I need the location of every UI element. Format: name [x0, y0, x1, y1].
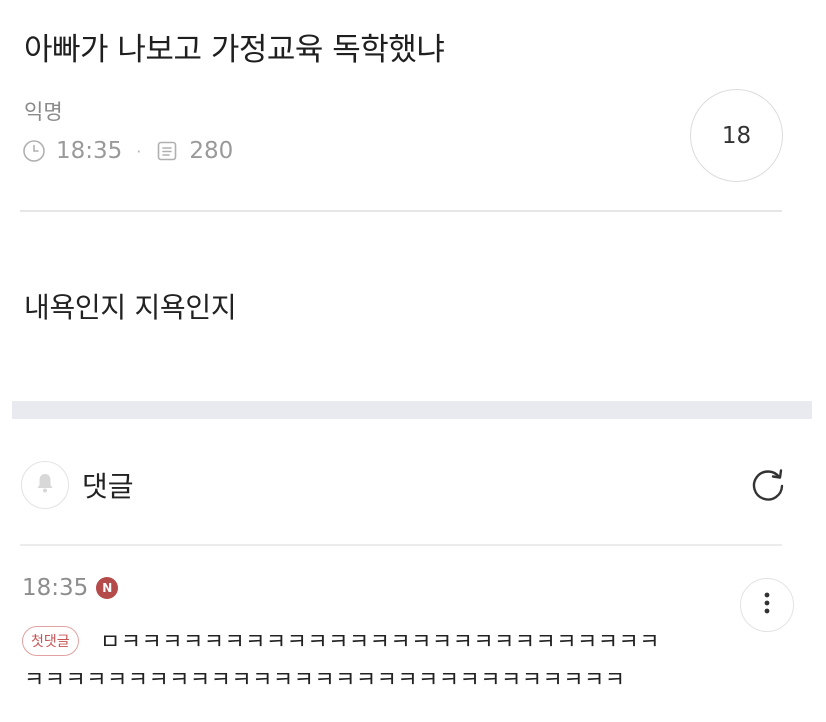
post-meta: 18:35 · 280 [22, 138, 233, 164]
comments-divider [20, 544, 782, 546]
comment-meta: 18:35 N [22, 575, 119, 601]
notification-bell-button[interactable] [21, 461, 69, 509]
comment-time: 18:35 [22, 575, 89, 601]
meta-separator: · [136, 141, 142, 161]
more-vertical-icon [764, 592, 770, 618]
like-count: 18 [721, 122, 752, 149]
views-icon [155, 139, 179, 163]
refresh-button[interactable] [744, 463, 792, 511]
post-author: 익명 [24, 100, 63, 124]
post-views: 280 [189, 138, 234, 164]
like-count-button[interactable]: 18 [690, 89, 783, 182]
comment-text-line: ㅋㅋㅋㅋㅋㅋㅋㅋㅋㅋㅋㅋㅋㅋㅋㅋㅋㅋㅋㅋㅋㅋㅋㅋㅋㅋㅋㅋㅋ [24, 668, 626, 693]
refresh-icon [746, 463, 790, 511]
post-content: 내욕인지 지욕인지 [24, 291, 237, 324]
bell-icon [33, 471, 57, 499]
clock-icon [22, 139, 46, 163]
section-separator-band [12, 401, 812, 419]
post-title: 아빠가 나보고 가정교육 독학했냐 [24, 32, 445, 68]
comment-more-button[interactable] [740, 578, 794, 632]
post-time: 18:35 [56, 138, 123, 164]
comments-title: 댓글 [82, 470, 134, 503]
first-comment-badge: 첫댓글 [22, 626, 79, 656]
comment-text-line: ㅁㅋㅋㅋㅋㅋㅋㅋㅋㅋㅋㅋㅋㅋㅋㅋㅋㅋㅋㅋㅋㅋㅋㅋㅋㅋㅋ [100, 630, 660, 655]
new-badge: N [96, 577, 119, 599]
header-divider [20, 210, 782, 212]
